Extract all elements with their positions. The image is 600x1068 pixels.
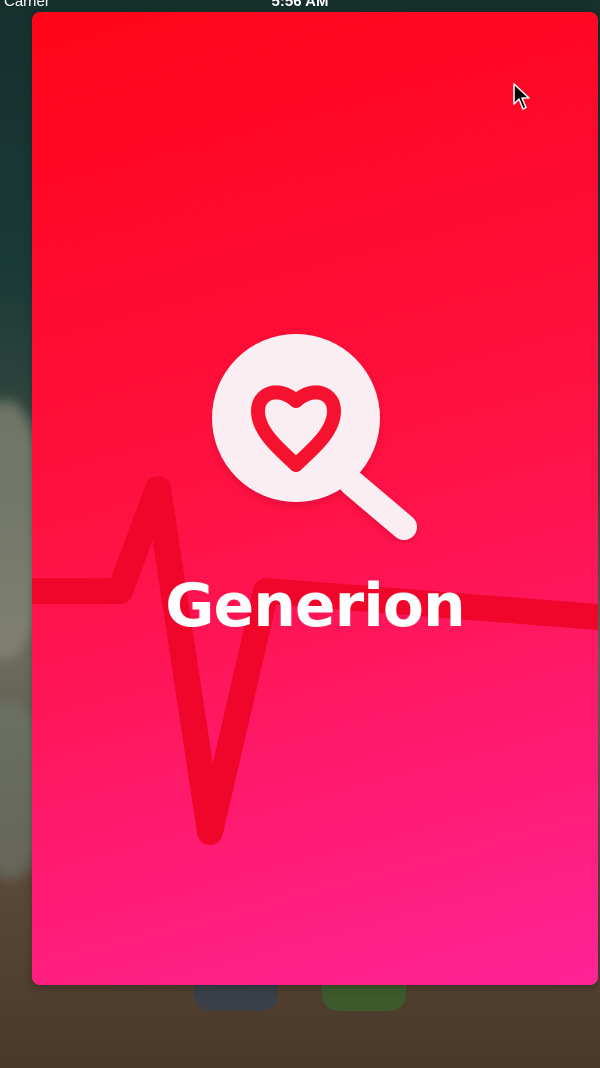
heart-magnifier-icon <box>212 334 417 540</box>
app-splash-screen[interactable]: Generion <box>32 12 598 985</box>
mouse-cursor-icon <box>513 83 530 110</box>
status-time: 5:56 AM <box>271 0 329 10</box>
app-title: Generion <box>165 571 465 641</box>
device-screen: Carrier 5:56 AM Generion <box>0 0 600 1068</box>
